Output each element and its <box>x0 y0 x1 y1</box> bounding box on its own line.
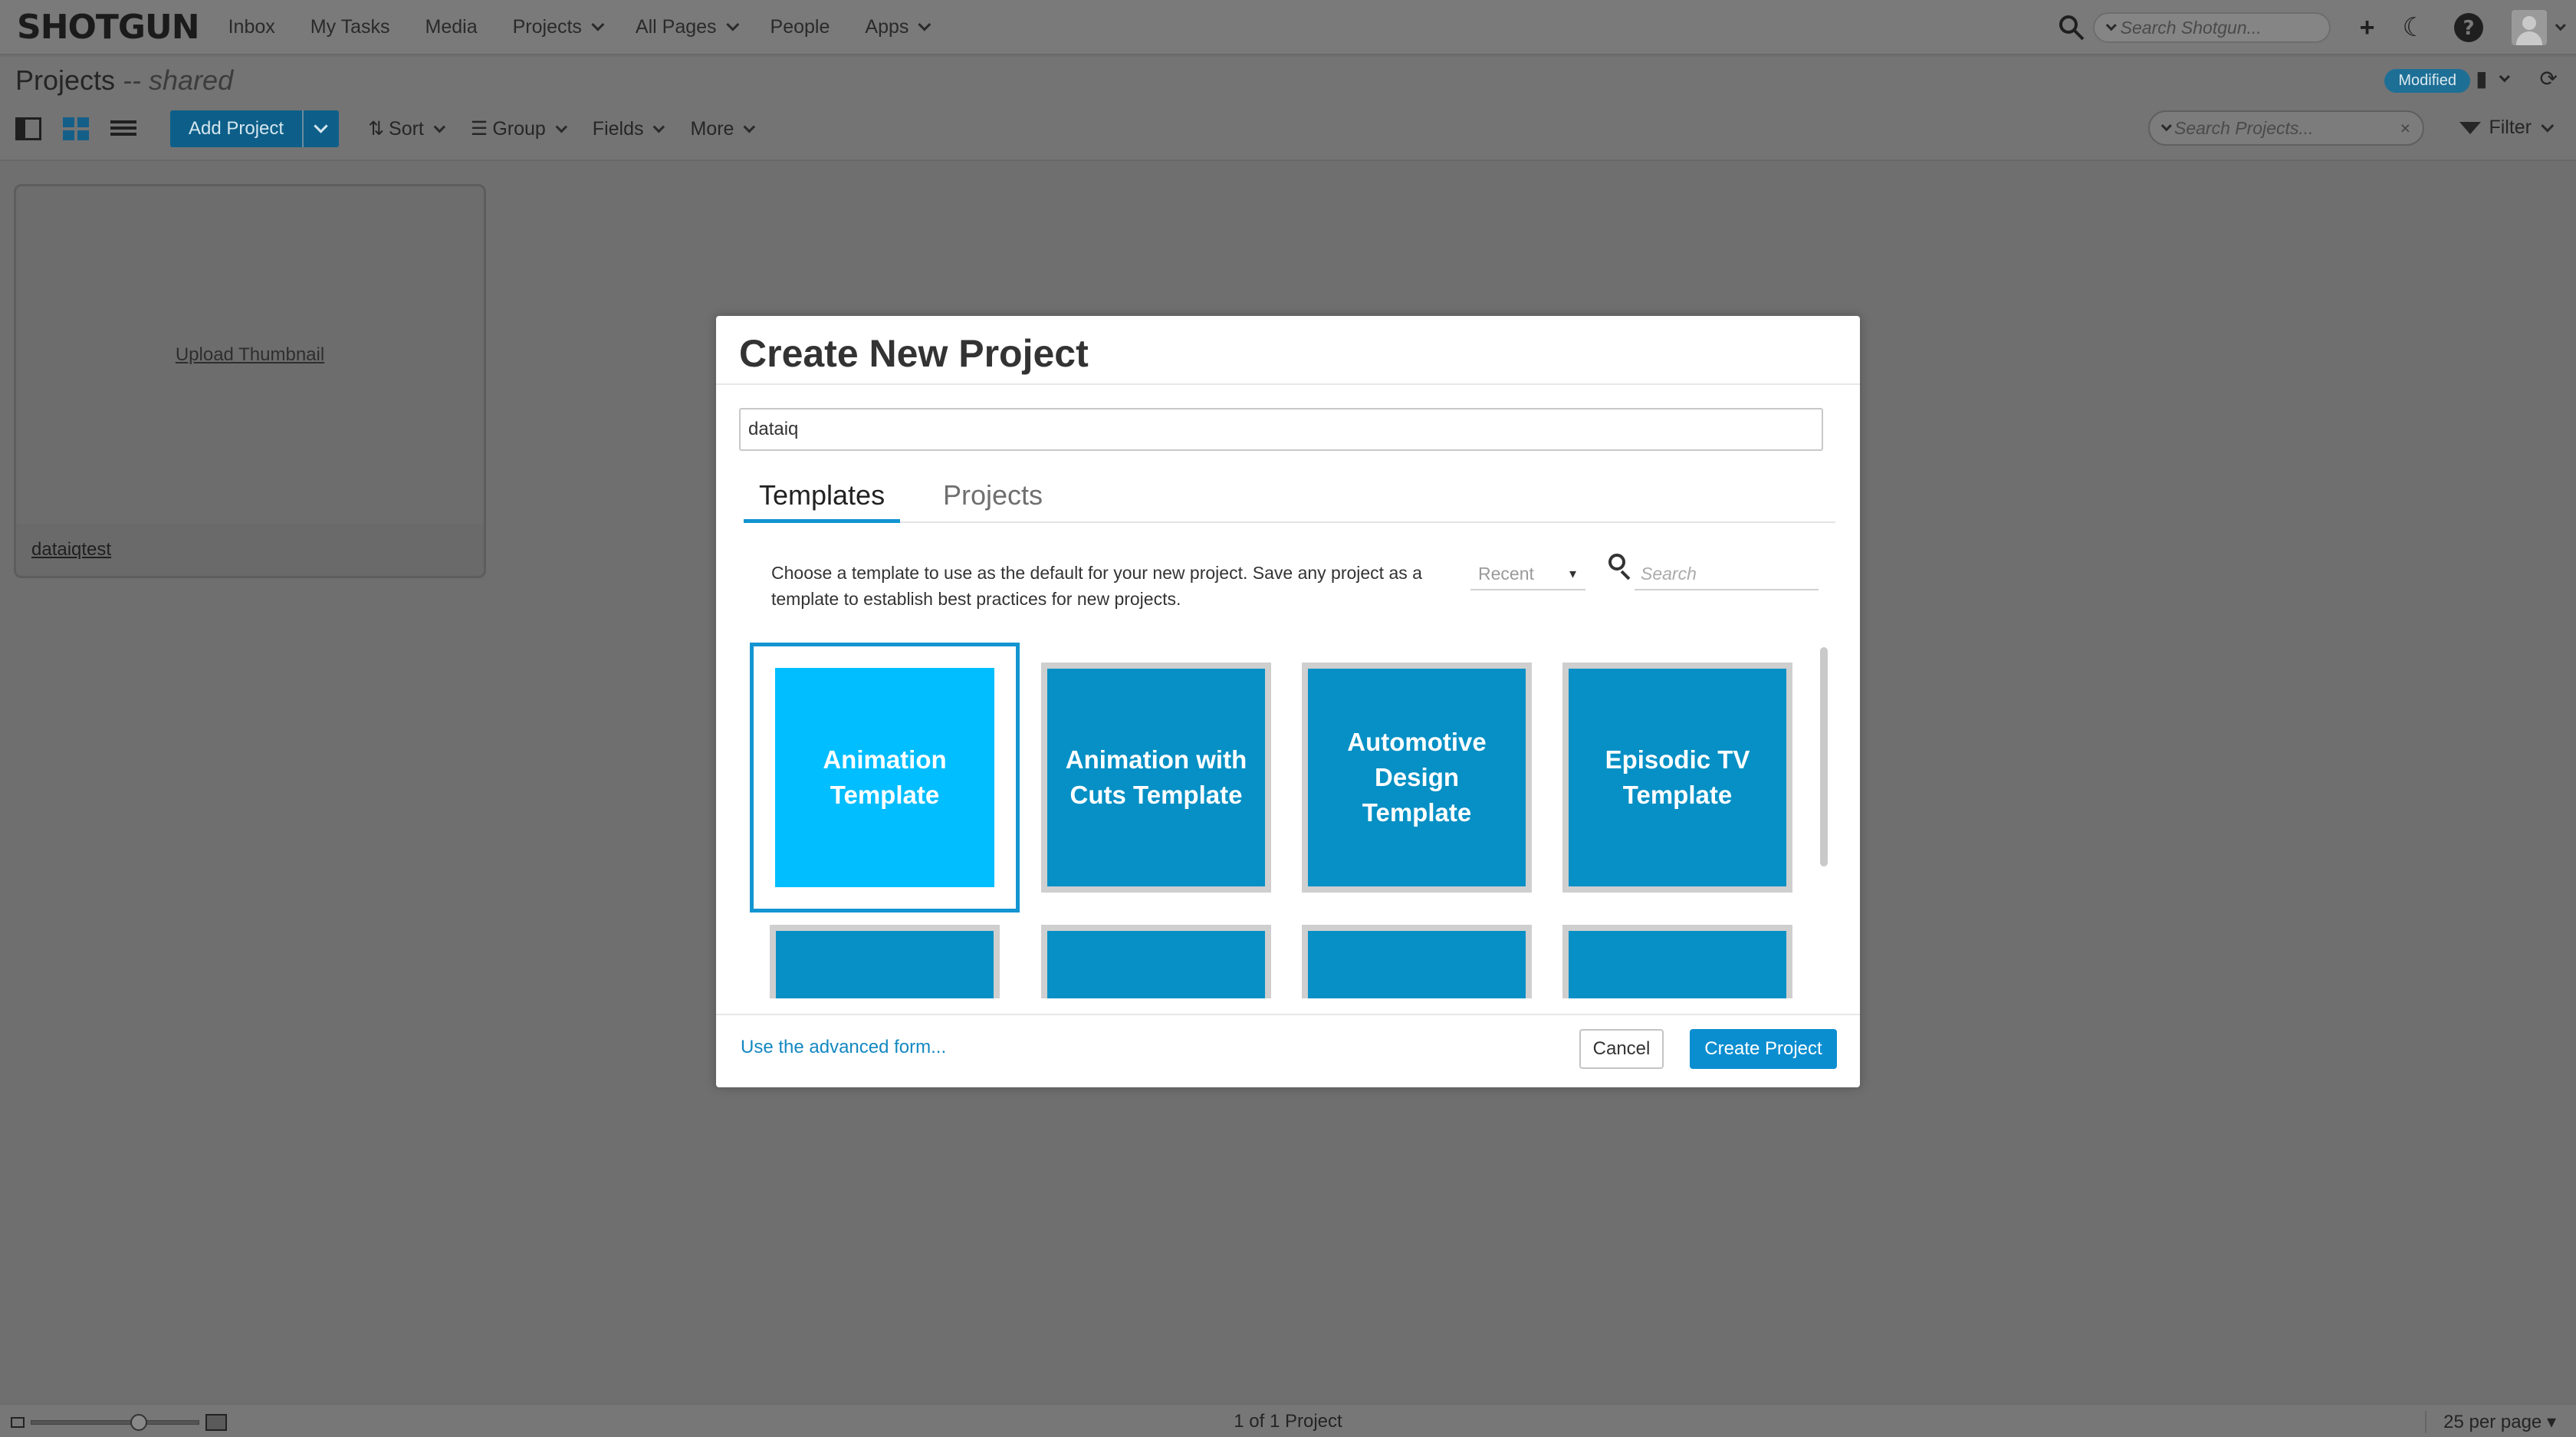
nav-item-my-tasks[interactable]: My Tasks <box>310 16 390 38</box>
chevron-down-icon: ▾ <box>1569 566 1576 581</box>
moon-icon[interactable]: ☾ <box>2403 15 2426 41</box>
search-icon[interactable] <box>1607 551 1633 581</box>
project-card[interactable]: Upload Thumbnail dataiqtest <box>14 184 486 578</box>
template-tile-label: Animation Template <box>775 668 994 887</box>
project-search-input[interactable]: Search Projects... × <box>2148 110 2424 146</box>
template-tile-label <box>1569 931 1786 998</box>
top-nav: SHOTGUN Inbox My Tasks Media Projects Al… <box>0 0 2576 55</box>
refresh-icon[interactable]: ⟳ <box>2540 66 2558 91</box>
template-tile[interactable] <box>1302 925 1532 998</box>
toolbar: Add Project ⇅ Sort ☰ Group Fields More Sea… <box>0 106 2576 152</box>
template-description: Choose a template to use as the default … <box>771 563 1422 609</box>
advanced-form-link[interactable]: Use the advanced form... <box>741 1037 946 1058</box>
template-tile-label: Animation with Cuts Template <box>1047 669 1265 886</box>
template-tile-label: Episodic TV Template <box>1569 669 1786 886</box>
page-count: 1 of 1 Project <box>1234 1411 1342 1432</box>
chevron-down-icon <box>744 120 756 133</box>
footer-bar: 1 of 1 Project 25 per page ▾ <box>0 1403 2576 1437</box>
chevron-down-icon <box>555 120 567 133</box>
chevron-down-icon <box>725 18 739 31</box>
group-icon: ☰ <box>470 118 488 140</box>
tab-projects[interactable]: Projects <box>928 475 1058 523</box>
dialog-tabs: Templates Projects <box>744 475 1835 523</box>
chevron-down-icon[interactable] <box>2499 71 2510 82</box>
template-tile[interactable] <box>770 925 1000 998</box>
template-tile-animation[interactable]: Animation Template <box>750 643 1020 913</box>
template-scrollbar[interactable] <box>1820 647 1828 866</box>
chevron-down-icon <box>2105 20 2117 31</box>
project-name-link[interactable]: dataiqtest <box>31 539 111 561</box>
create-project-dialog: Create New Project dataiq Templates Proj… <box>716 316 1860 1087</box>
plus-icon[interactable]: + <box>2360 15 2375 41</box>
nav-item-all-pages[interactable]: All Pages <box>636 16 739 38</box>
nav-menu: Inbox My Tasks Media Projects All Pages … <box>228 16 963 38</box>
template-tile[interactable] <box>1562 925 1792 998</box>
detail-view-icon[interactable] <box>15 117 41 140</box>
help-icon[interactable]: ? <box>2453 12 2484 43</box>
page-header: Projects -- shared Modified ▮ ⟳ Add Proje… <box>0 57 2576 161</box>
filter-icon <box>2459 121 2482 134</box>
chevron-down-icon[interactable] <box>2555 20 2566 31</box>
brand-logo[interactable]: SHOTGUN <box>17 8 200 47</box>
page-title: Projects -- shared <box>15 64 234 96</box>
template-tile-label: Automotive Design Template <box>1308 669 1526 886</box>
template-tile-animation-with-cuts[interactable]: Animation with Cuts Template <box>1041 663 1271 893</box>
template-tile-episodic-tv[interactable]: Episodic TV Template <box>1562 663 1792 893</box>
sort-menu[interactable]: ⇅ Sort <box>368 117 445 140</box>
project-name-input[interactable]: dataiq <box>739 408 1823 451</box>
grid-view-icon[interactable] <box>63 117 89 140</box>
chevron-down-icon <box>653 120 665 133</box>
avatar[interactable] <box>2512 10 2547 45</box>
add-project-dropdown[interactable] <box>302 110 339 147</box>
divider <box>716 1014 1860 1015</box>
chevron-down-icon <box>2541 119 2555 133</box>
chevron-down-icon <box>2160 120 2172 132</box>
global-search-input[interactable]: Search Shotgun... <box>2092 12 2331 43</box>
nav-item-media[interactable]: Media <box>426 16 478 38</box>
template-sort-select[interactable]: Recent ▾ <box>1470 557 1585 590</box>
list-view-icon[interactable] <box>110 117 136 140</box>
cancel-button[interactable]: Cancel <box>1579 1029 1664 1069</box>
chevron-down-icon <box>918 18 932 31</box>
template-tile-label <box>1047 931 1265 998</box>
page-menu-icon[interactable]: ▮ <box>2476 66 2487 91</box>
status-badge[interactable]: Modified <box>2384 69 2470 93</box>
template-search-input[interactable]: Search <box>1635 557 1819 590</box>
nav-right: Search Shotgun... + ☾ ? <box>2058 0 2566 55</box>
nav-item-projects[interactable]: Projects <box>513 16 605 38</box>
divider <box>716 383 1860 385</box>
nav-item-inbox[interactable]: Inbox <box>228 16 275 38</box>
template-tile-label <box>776 931 994 998</box>
tab-templates[interactable]: Templates <box>744 475 901 523</box>
more-menu[interactable]: More <box>690 118 756 140</box>
nav-item-people[interactable]: People <box>770 16 830 38</box>
group-menu[interactable]: ☰ Group <box>470 117 567 140</box>
search-icon[interactable] <box>2058 14 2085 41</box>
nav-item-apps[interactable]: Apps <box>865 16 932 38</box>
template-tile-label <box>1308 931 1526 998</box>
per-page-select[interactable]: 25 per page ▾ <box>2425 1411 2556 1433</box>
svg-text:?: ? <box>2463 17 2474 40</box>
dialog-title: Create New Project <box>739 332 1089 375</box>
create-project-button[interactable]: Create Project <box>1690 1029 1837 1069</box>
template-grid: Animation Template Animation with Cuts T… <box>750 643 1831 998</box>
chevron-down-icon <box>433 120 445 133</box>
add-project-button[interactable]: Add Project <box>170 110 340 147</box>
chevron-down-icon <box>591 18 605 31</box>
upload-thumbnail-link[interactable]: Upload Thumbnail <box>16 344 484 366</box>
fields-menu[interactable]: Fields <box>593 118 665 140</box>
filter-button[interactable]: Filter <box>2459 117 2555 139</box>
sort-icon: ⇅ <box>368 118 385 140</box>
clear-icon[interactable]: × <box>2400 118 2410 139</box>
template-tile-automotive-design[interactable]: Automotive Design Template <box>1302 663 1532 893</box>
page-actions: ▮ ⟳ <box>2462 66 2558 91</box>
template-tile[interactable] <box>1041 925 1271 998</box>
